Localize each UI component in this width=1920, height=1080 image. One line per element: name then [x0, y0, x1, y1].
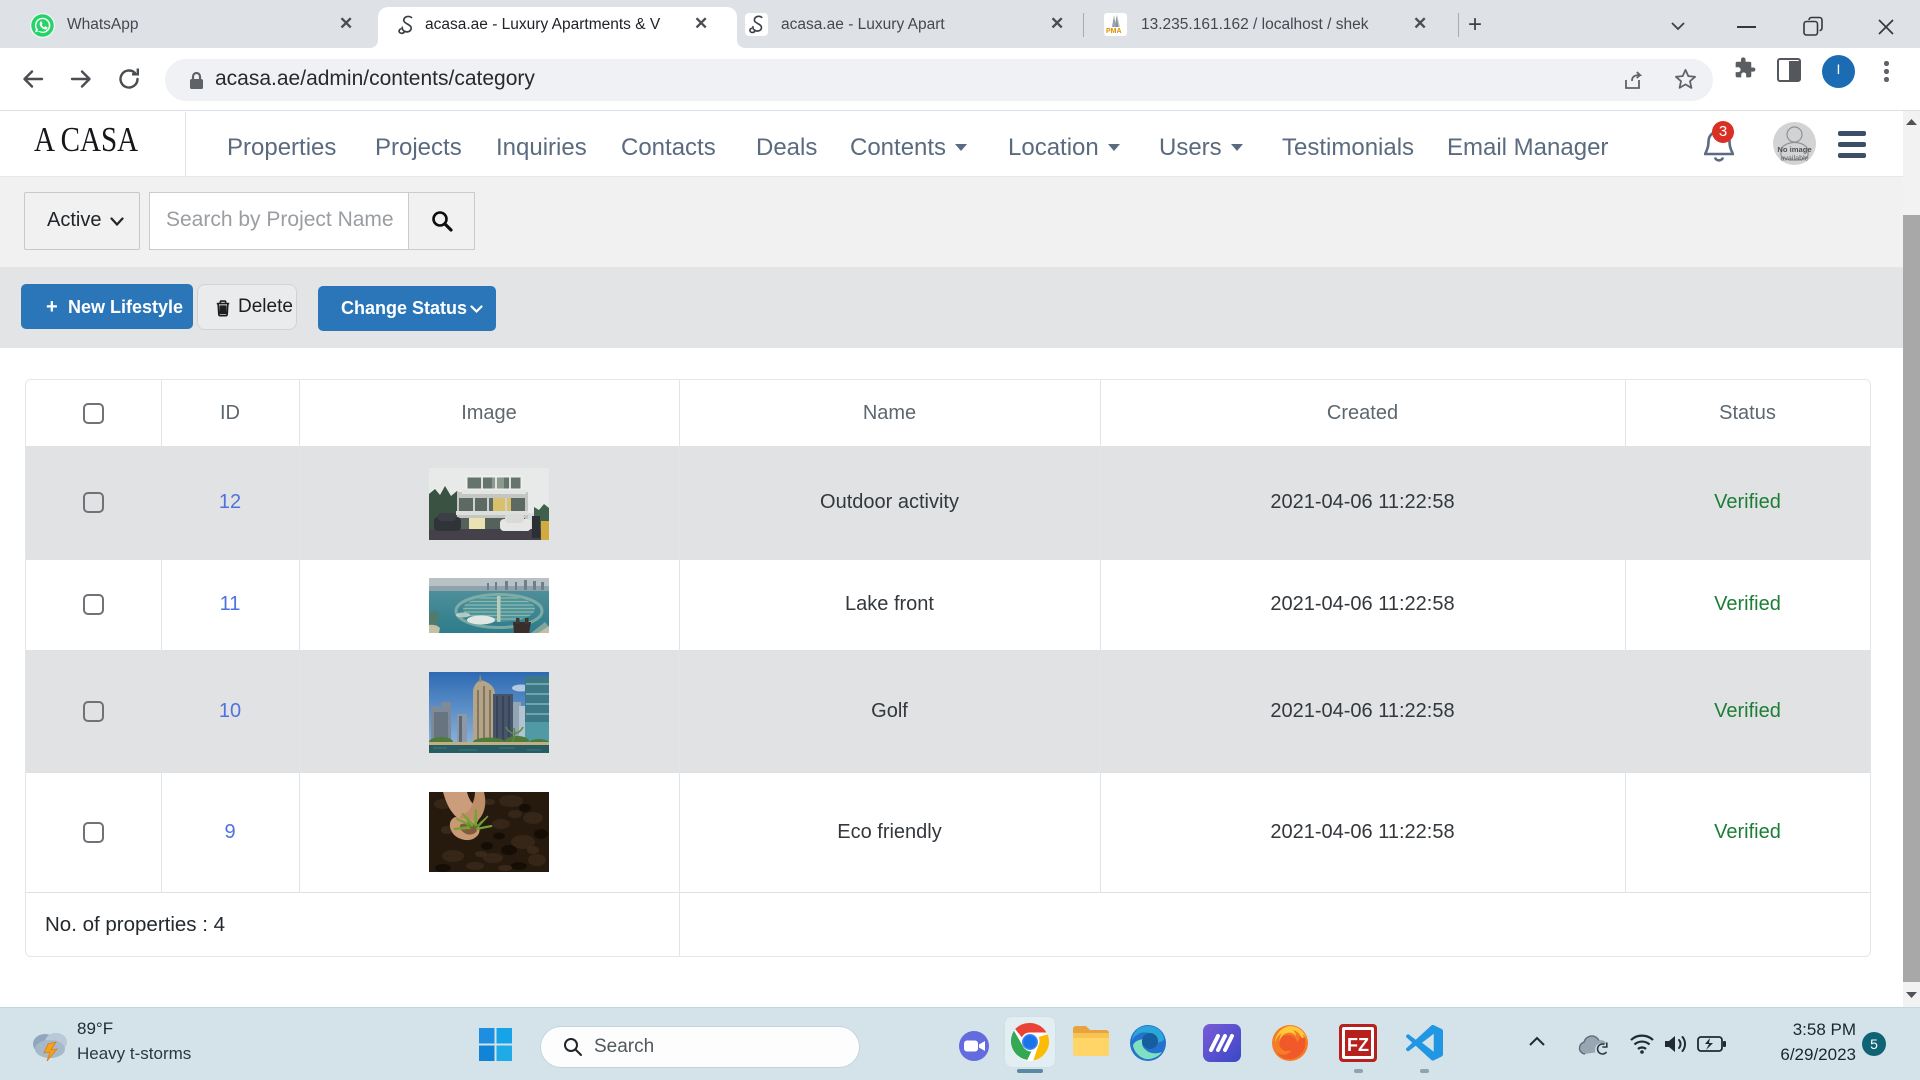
svg-text:PMA: PMA: [1106, 28, 1122, 35]
svg-text:available: available: [1780, 154, 1808, 163]
svg-text:FZ: FZ: [1347, 1035, 1369, 1055]
